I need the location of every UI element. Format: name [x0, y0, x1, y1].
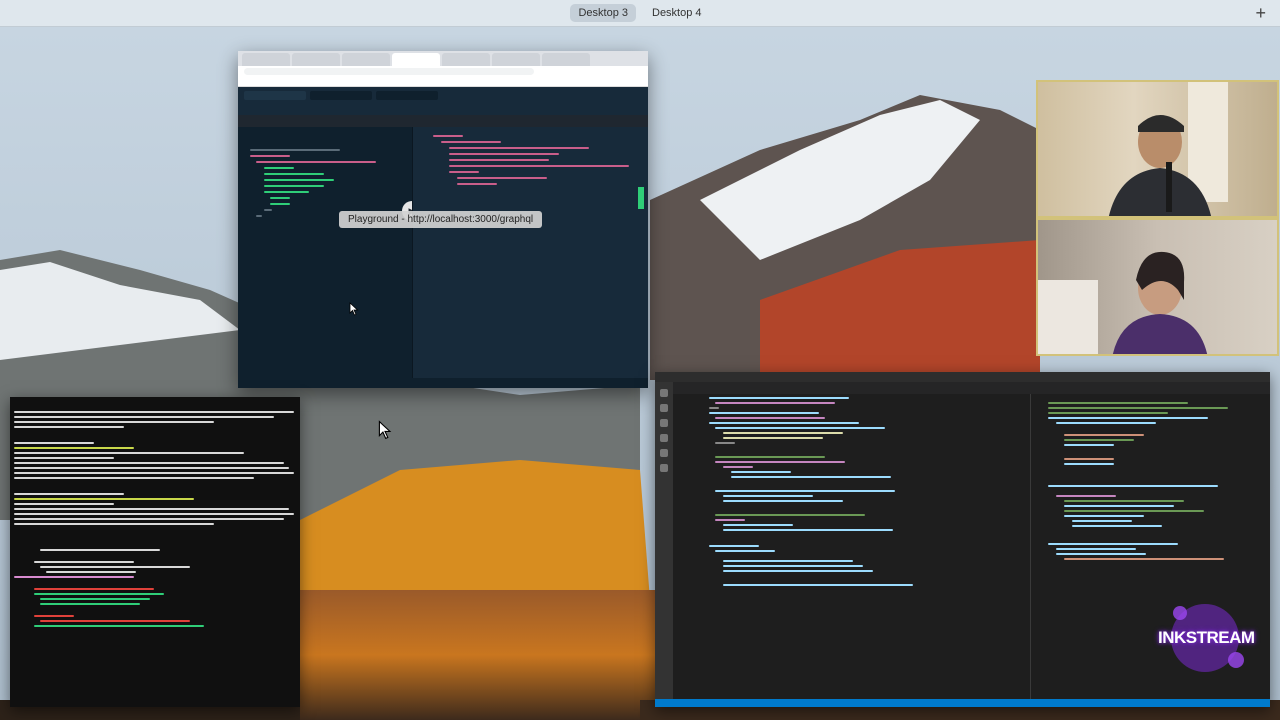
debug-icon[interactable]: [660, 434, 668, 442]
browser-tab[interactable]: [242, 53, 290, 66]
playground-tab[interactable]: [376, 91, 438, 100]
stream-logo: INKSTREAM: [1150, 598, 1260, 678]
search-icon[interactable]: [660, 404, 668, 412]
playground-tabs: [238, 87, 648, 103]
bookmarks-bar: [238, 77, 648, 87]
webcam-feed-guest: [1036, 218, 1279, 356]
files-icon[interactable]: [660, 389, 668, 397]
playground-body: ▶: [238, 127, 648, 388]
webcam-feed-host: [1036, 80, 1279, 218]
logo-wordmark: INKSTREAM: [1158, 628, 1255, 647]
git-icon[interactable]: [660, 419, 668, 427]
address-bar[interactable]: [238, 66, 648, 77]
schema-tab[interactable]: [638, 187, 644, 209]
person-silhouette: [1038, 251, 1208, 354]
playground-footer: [238, 378, 648, 388]
mission-control-bar: Desktop 3 Desktop 4 +: [0, 0, 1280, 27]
remote-icon[interactable]: [660, 464, 668, 472]
window-title-tooltip: Playground - http://localhost:3000/graph…: [339, 211, 543, 228]
desktop-tab-4[interactable]: Desktop 4: [644, 4, 710, 22]
plus-icon[interactable]: +: [1255, 3, 1266, 24]
terminal-window-thumbnail[interactable]: [10, 397, 300, 707]
browser-tab[interactable]: [442, 53, 490, 66]
browser-tab[interactable]: [492, 53, 540, 66]
editor-status-bar: [655, 699, 1270, 707]
browser-tab[interactable]: [392, 53, 440, 66]
playground-toolbar: [238, 103, 648, 115]
playground-tab[interactable]: [310, 91, 372, 100]
mouse-cursor-icon: [349, 302, 359, 316]
browser-tab[interactable]: [292, 53, 340, 66]
extensions-icon[interactable]: [660, 449, 668, 457]
mouse-cursor-icon: [378, 420, 392, 440]
editor-pane-left[interactable]: [679, 394, 1029, 694]
editor-split-divider[interactable]: [1030, 394, 1031, 699]
browser-tab[interactable]: [342, 53, 390, 66]
result-panel: [412, 127, 648, 388]
browser-tab[interactable]: [542, 53, 590, 66]
activity-bar: [655, 382, 673, 699]
editor-tabs: [673, 382, 1270, 394]
browser-tab-strip: [238, 51, 648, 66]
desktop-tab-3[interactable]: Desktop 3: [570, 4, 636, 22]
address-field[interactable]: [244, 68, 534, 75]
playground-tab[interactable]: [244, 91, 306, 100]
query-editor[interactable]: [238, 127, 412, 388]
editor-titlebar: [655, 372, 1270, 382]
person-silhouette: [1109, 82, 1228, 216]
